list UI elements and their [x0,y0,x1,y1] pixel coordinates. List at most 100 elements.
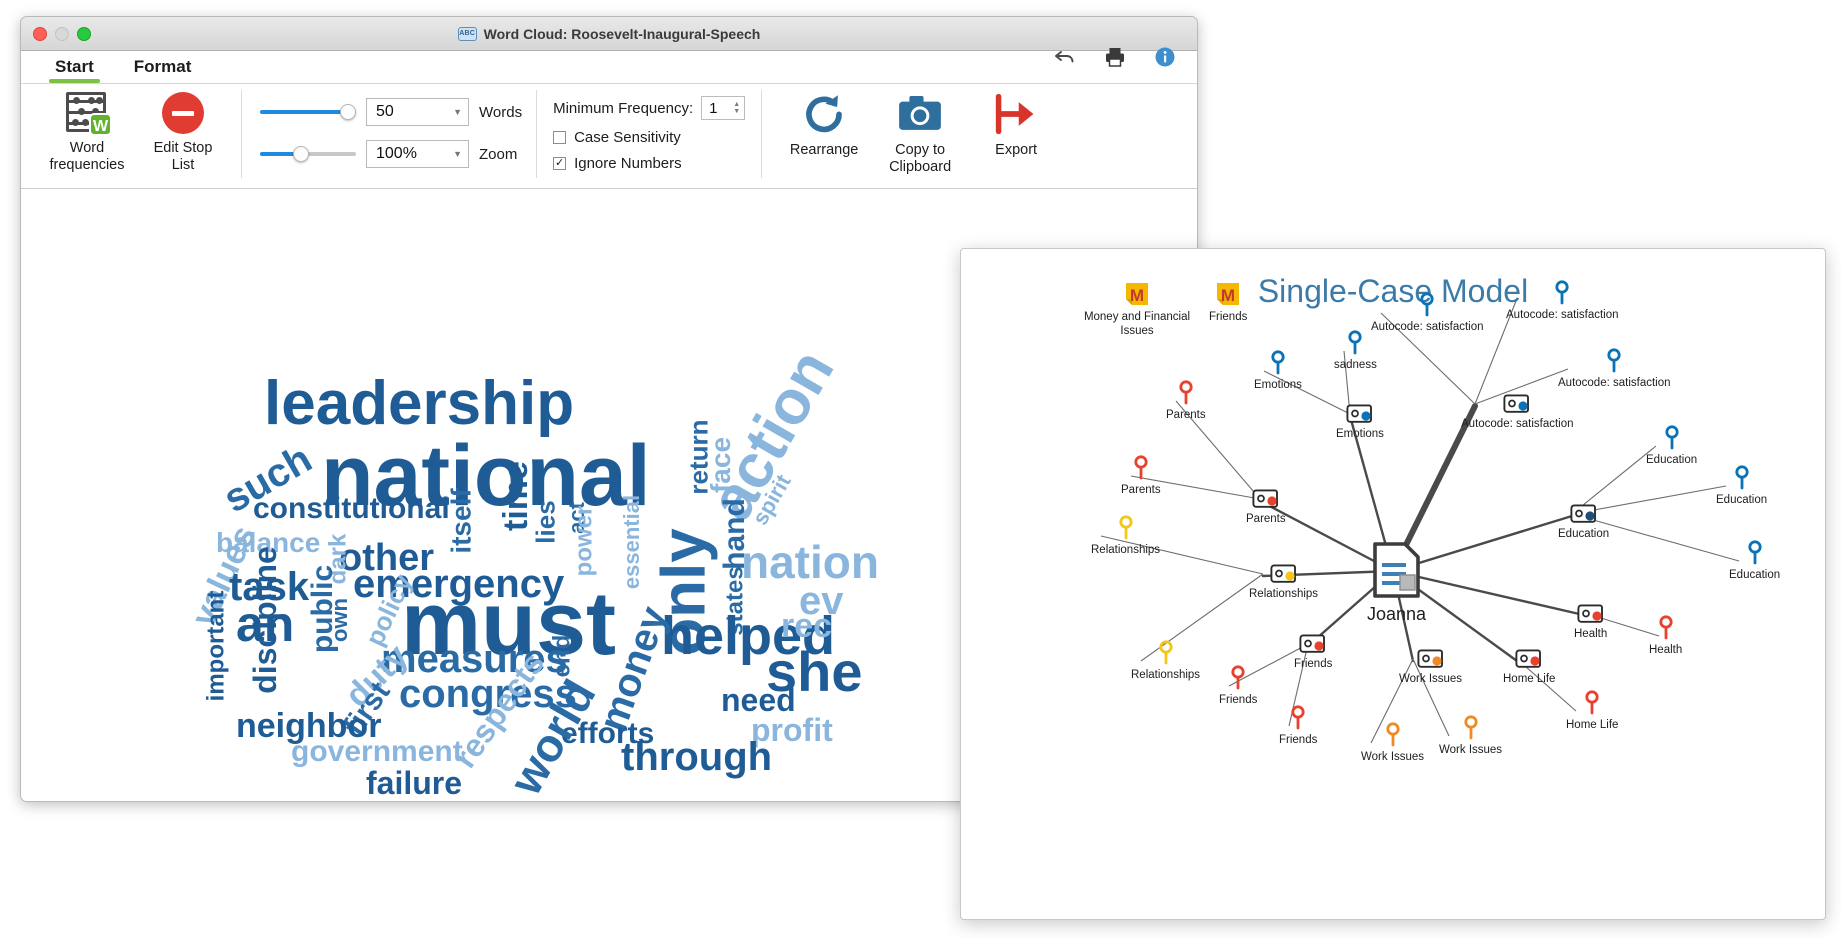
mind-map-node-label: Education [1729,569,1781,581]
ignore-numbers-checkbox[interactable]: ✓ [553,157,567,170]
mind-map-node[interactable]: Friends [1279,704,1317,747]
mind-map-node[interactable]: Autocode: satisfaction [1558,347,1671,390]
mind-map-node[interactable]: M Money and Financial Issues [1071,281,1203,339]
edit-stop-list-button[interactable]: Edit Stop List [135,92,231,173]
cloud-word[interactable]: itself [446,488,477,553]
mind-map-node-label: Emotions [1254,379,1302,391]
zoom-slider-knob[interactable] [293,146,309,162]
memo-icon: M [1217,283,1240,305]
code-pin-icon [1271,350,1285,375]
mind-map-node[interactable]: Relationships [1249,564,1318,601]
cloud-word[interactable]: essential [619,495,644,589]
cloud-word[interactable]: through [621,737,772,777]
code-pin-icon [1585,690,1599,715]
mind-map-node[interactable]: sadness [1334,329,1377,372]
mind-map-node[interactable]: Education [1716,464,1767,507]
cloud-word[interactable]: rec [781,609,832,643]
window-title-bar: ABC Word Cloud: Roosevelt-Inaugural-Spee… [21,17,1197,51]
mind-map-node[interactable]: Friends [1219,664,1257,707]
mind-map-node[interactable]: Parents [1121,454,1161,497]
code-pin-icon [1463,715,1478,740]
code-pin-icon [1607,348,1621,373]
code-pin-icon [1664,425,1679,450]
mind-map-node[interactable]: Relationships [1091,514,1160,557]
minimum-frequency-stepper[interactable]: 1 ▲ ▼ [701,96,746,120]
mind-map-node[interactable]: Friends [1294,634,1332,671]
mind-map-node[interactable]: Emotions [1254,349,1302,392]
mind-map-canvas[interactable]: Joanna M Money and Financial Issues M Friend… [961,249,1825,919]
mind-map-node[interactable]: Education [1646,424,1697,467]
mind-map-node[interactable]: Home Life [1503,649,1555,686]
cloud-word[interactable]: face [705,437,736,493]
code-pin-icon [1291,705,1305,730]
code-pin-icon [1179,380,1193,405]
mind-map-node-label: Friends [1219,694,1258,706]
mind-map-node-label: Health [1649,644,1683,656]
rearrange-label: Rearrange [789,142,859,158]
ribbon-group-actions: Rearrange Copy to Clipboard Export [762,84,1064,188]
word-frequencies-button[interactable]: W Word frequencies [39,92,135,173]
mind-map-node-label: Education [1716,494,1768,506]
mind-map-node-label: Friends [1209,311,1248,323]
mind-map-node[interactable]: Work Issues [1439,714,1502,757]
mind-map-node[interactable]: Work Issues [1399,649,1462,686]
cloud-word[interactable]: leadership [264,373,574,435]
mind-map-node[interactable]: Relationships [1131,639,1200,682]
cloud-word[interactable]: important [202,591,229,702]
words-value-combobox[interactable]: 50 ▼ [366,98,469,126]
mind-map-node-label: Relationships [1131,669,1201,681]
cloud-word[interactable]: own [327,598,352,642]
ignore-numbers-row[interactable]: ✓ Ignore Numbers [553,155,745,172]
mind-map-node[interactable]: Autocode: satisfaction [1461,394,1574,431]
export-button[interactable]: Export [968,92,1064,159]
cloud-word[interactable]: discipline [247,546,283,694]
mind-map-node[interactable]: M Friends [1209,281,1247,324]
mind-map-node[interactable]: Parents [1166,379,1206,422]
cloud-word[interactable]: lies [531,500,561,543]
case-sensitivity-checkbox[interactable] [553,131,567,144]
mind-map-node[interactable]: Education [1729,539,1780,582]
words-control-row: 50 ▼ Words [260,98,522,126]
cloud-word[interactable]: government [291,737,463,767]
mind-map-window: Single-Case Model Joanna M Money and Finan… [960,248,1826,920]
code-group-icon [1252,489,1278,508]
print-icon[interactable] [1103,45,1127,69]
center-node-joanna[interactable]: Joanna [1367,541,1426,626]
cloud-word[interactable]: failure [366,767,462,799]
code-group-icon [1346,404,1372,423]
mind-map-node[interactable]: Education [1558,504,1609,541]
mind-map-node[interactable]: Work Issues [1361,721,1424,764]
refresh-icon [806,95,842,133]
window-title-text: Word Cloud: Roosevelt-Inaugural-Speech [483,25,761,42]
rearrange-button[interactable]: Rearrange [776,92,872,159]
w-badge: W [89,113,112,136]
mind-map-node[interactable]: Emotions [1336,404,1384,441]
words-slider-knob[interactable] [340,104,356,120]
mind-map-node[interactable]: Autocode: satisfaction [1371,291,1484,334]
mind-map-node[interactable]: Autocode: satisfaction [1506,279,1619,322]
word-frequencies-label-2: frequencies [49,156,125,173]
case-sensitivity-row[interactable]: Case Sensitivity [553,129,745,146]
code-pin-icon [1118,515,1133,540]
mind-map-node[interactable]: Home Life [1566,689,1618,732]
tab-format[interactable]: Format [128,57,198,83]
stepper-arrows-icon[interactable]: ▲ ▼ [733,101,740,115]
mind-map-node[interactable]: Parents [1246,489,1286,526]
mind-map-node-label: Education [1646,454,1698,466]
cloud-word[interactable]: time [497,461,535,531]
undo-icon[interactable] [1053,45,1077,69]
tab-start[interactable]: Start [49,57,100,83]
words-slider[interactable] [260,104,356,120]
info-icon[interactable] [1153,45,1177,69]
edit-stop-list-label-1: Edit Stop [153,140,213,156]
memo-icon: M [1126,283,1148,305]
code-group-icon [1570,504,1596,523]
mind-map-node[interactable]: Health [1649,614,1682,657]
copy-to-clipboard-button[interactable]: Copy to Clipboard [872,92,968,175]
cloud-word[interactable]: constitutional [253,494,450,524]
mind-map-node[interactable]: Health [1574,604,1607,641]
cloud-word[interactable]: power [570,506,597,577]
zoom-value-combobox[interactable]: 100% ▼ [366,140,469,168]
zoom-slider[interactable] [260,146,356,162]
ribbon-group-sliders: 50 ▼ Words 100% ▼ Zoom [242,84,536,188]
